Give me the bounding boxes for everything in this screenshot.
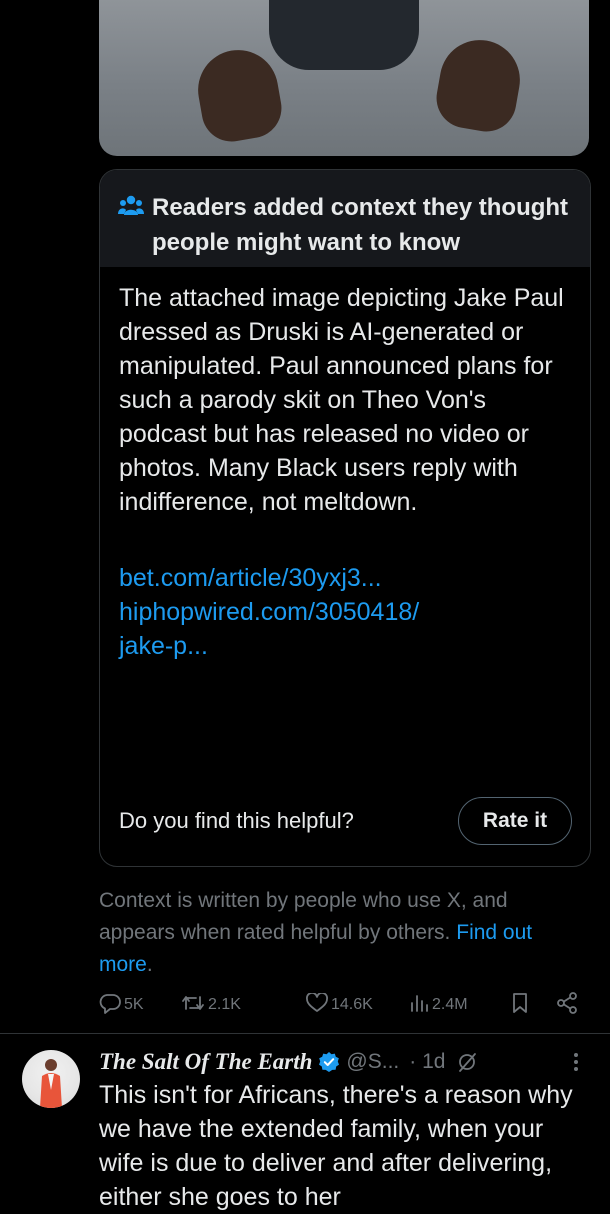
heart-icon [306,991,328,1018]
source-link-bet[interactable]: bet.com/article/30yxj3... [119,561,572,595]
source-link-hiphopwired[interactable]: hiphopwired.com/3050418/ jake-p... [119,595,572,663]
reply-icon [99,992,121,1019]
tweet-actions: 5K 2.1K 14.6K 2.4M [99,988,589,1022]
image-vest [269,0,419,70]
reply-time[interactable]: · 1d [409,1050,445,1074]
community-note-card: Readers added context they thought peopl… [99,169,591,867]
people-icon [118,190,146,247]
like-count: 14.6K [331,996,373,1013]
share-icon [555,991,579,1020]
community-note-header: Readers added context they thought peopl… [100,170,590,267]
views-button[interactable]: 2.4M [409,988,468,1022]
repost-count: 2.1K [208,996,241,1013]
verified-badge-icon [318,1051,340,1073]
image-left-hand [191,43,287,147]
community-note-title: Readers added context they thought peopl… [152,194,569,256]
context-footer-period: . [146,953,153,976]
reply-text: This isn't for Africans, there's a reaso… [99,1081,573,1211]
bookmark-button[interactable] [511,988,529,1022]
reply-count: 5K [124,996,144,1013]
repost-icon [181,992,205,1019]
context-footer: Context is written by people who use X, … [99,885,579,981]
reply-header: The Salt Of The Earth @S... · 1d [99,1045,589,1079]
helpful-row: Do you find this helpful? Rate it [119,797,572,845]
repost-button[interactable]: 2.1K [181,988,241,1022]
views-count: 2.4M [432,996,468,1013]
more-options-icon[interactable] [573,1051,579,1073]
reply-author-name[interactable]: The Salt Of The Earth [99,1049,312,1075]
views-icon [409,993,429,1018]
grok-icon[interactable] [457,1051,477,1073]
avatar[interactable] [22,1050,80,1108]
context-footer-text: Context is written by people who use X, … [99,889,508,944]
tweet-divider [0,1033,610,1034]
share-button[interactable] [555,988,579,1022]
bookmark-icon [511,992,529,1019]
tweet-image[interactable] [99,0,589,156]
image-right-hand [431,33,527,137]
like-button[interactable]: 14.6K [306,988,373,1022]
reply-button[interactable]: 5K [99,988,144,1022]
helpful-question: Do you find this helpful? [119,808,354,833]
reply-handle[interactable]: @S... [346,1050,399,1074]
community-note-text: The attached image depicting Jake Paul d… [119,284,564,516]
rate-it-button[interactable]: Rate it [458,797,572,845]
